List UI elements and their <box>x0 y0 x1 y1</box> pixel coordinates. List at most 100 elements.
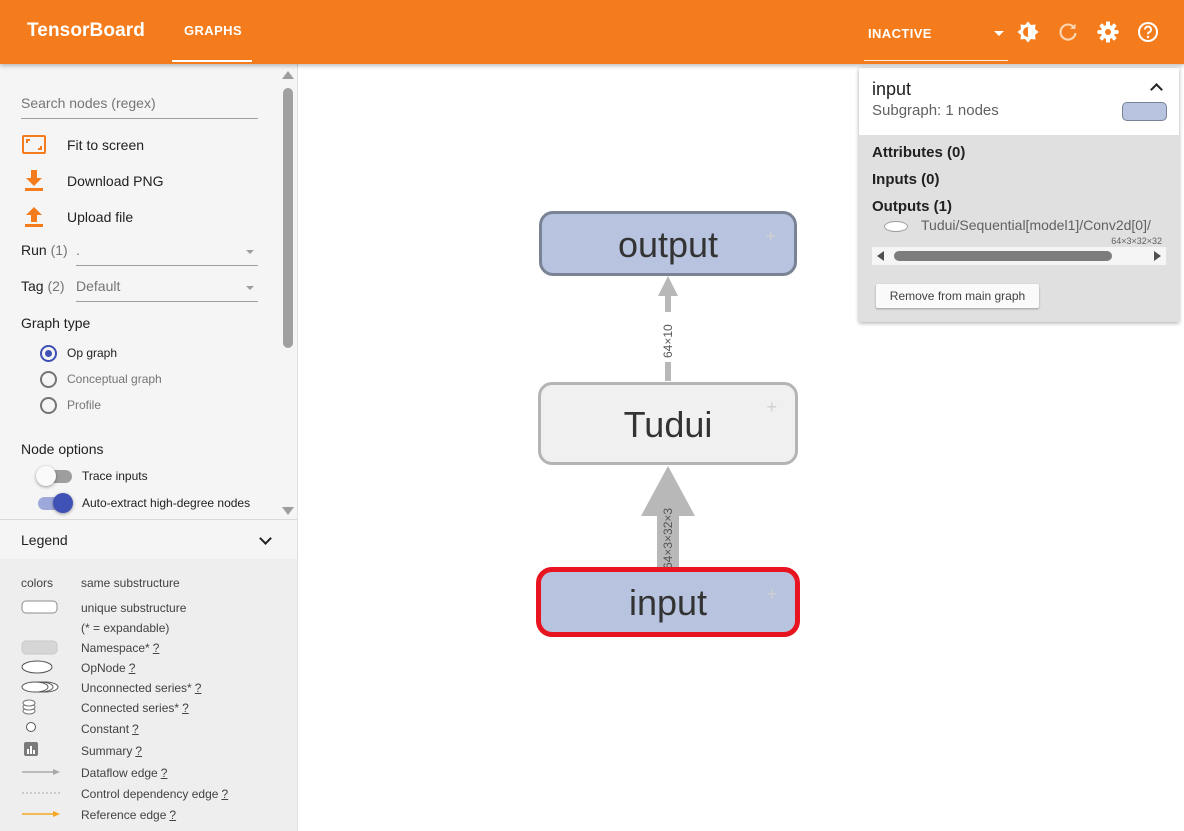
chevron-down-icon <box>246 250 254 254</box>
legend-connected-row: Connected series*? <box>0 699 297 717</box>
info-panel-header: input Subgraph: 1 nodes <box>859 68 1179 135</box>
chevron-down-icon <box>259 532 272 545</box>
radio-button <box>40 345 57 362</box>
chevron-up-icon[interactable] <box>1150 83 1163 96</box>
summary-icon <box>24 742 38 756</box>
info-node-name: input <box>872 79 912 99</box>
output-node-path: Tudui/Sequential[model1]/Conv2d[0]/ <box>921 217 1151 233</box>
chevron-down-icon <box>994 31 1004 36</box>
help-link[interactable]: ? <box>132 722 139 736</box>
run-field: Run (1) . <box>21 240 258 266</box>
graph-controls: Search nodes (regex) Fit to screen Downl… <box>0 64 278 519</box>
tab-graphs-label: GRAPHS <box>184 23 243 38</box>
expand-plus-icon[interactable]: + <box>765 226 776 247</box>
expand-plus-icon[interactable]: + <box>766 584 777 605</box>
node-tudui-label: Tudui <box>623 404 713 445</box>
legend-reference-row: Reference edge? <box>0 806 297 824</box>
radio-op-graph-label: Op graph <box>67 346 118 360</box>
toggle-knob <box>36 466 56 486</box>
output-list-item[interactable]: Tudui/Sequential[model1]/Conv2d[0]/ <box>884 217 1169 235</box>
trace-inputs-toggle[interactable]: Trace inputs <box>36 465 276 487</box>
legend-dataflow-row: Dataflow edge? <box>0 764 297 782</box>
edge-label-tudui-output: 64×10 <box>661 324 675 358</box>
node-info-panel: input Subgraph: 1 nodes Attributes (0) I… <box>859 68 1179 322</box>
unique-substructure-icon <box>21 600 58 614</box>
opnode-icon <box>884 221 908 232</box>
radio-op-graph[interactable]: Op graph <box>40 345 260 363</box>
settings-icon[interactable] <box>1096 20 1120 44</box>
app-title: TensorBoard <box>27 20 145 41</box>
info-node-subtitle: Subgraph: 1 nodes <box>872 102 999 119</box>
auto-extract-label: Auto-extract high-degree nodes <box>82 496 251 510</box>
fit-screen-icon <box>22 135 46 154</box>
chevron-down-icon <box>246 286 254 290</box>
refresh-icon[interactable] <box>1056 20 1080 44</box>
edge-label-input-tudui: 64×3×32×3 <box>661 508 675 569</box>
legend-constant-row: Constant? <box>0 720 297 738</box>
radio-profile[interactable]: Profile <box>40 397 260 415</box>
upload-file-button[interactable]: Upload file <box>21 205 261 229</box>
legend-namespace-row: Namespace*? <box>0 639 297 657</box>
tag-field: Tag (2) Default <box>21 276 258 302</box>
help-link[interactable]: ? <box>195 681 202 695</box>
help-link[interactable]: ? <box>169 808 176 822</box>
tag-select[interactable]: Default <box>76 276 258 302</box>
run-select-value: . <box>76 242 80 258</box>
horizontal-scrollbar[interactable] <box>872 247 1166 265</box>
legend-expandable-note: (* = expandable) <box>81 621 170 635</box>
scroll-left-arrow-icon[interactable] <box>877 251 884 261</box>
toggle-knob <box>53 493 73 513</box>
legend-control: Control dependency edge <box>81 787 219 801</box>
help-icon[interactable] <box>1136 20 1160 44</box>
namespace-icon <box>21 640 58 655</box>
plugin-select-value: INACTIVE <box>868 26 932 41</box>
radio-conceptual-graph[interactable]: Conceptual graph <box>40 371 260 389</box>
help-link[interactable]: ? <box>161 766 168 780</box>
search-nodes-input[interactable]: Search nodes (regex) <box>21 92 258 119</box>
run-select[interactable]: . <box>76 240 258 266</box>
scrollbar-thumb[interactable] <box>283 88 293 348</box>
legend-dataflow: Dataflow edge <box>81 766 158 780</box>
legend-unconnected: Unconnected series* <box>81 681 192 695</box>
auto-extract-toggle[interactable]: Auto-extract high-degree nodes <box>36 492 276 514</box>
fit-to-screen-label: Fit to screen <box>67 137 145 153</box>
remove-from-main-graph-button[interactable]: Remove from main graph <box>876 284 1039 308</box>
scrollbar-thumb[interactable] <box>894 251 1112 261</box>
help-link[interactable]: ? <box>182 701 189 715</box>
edge-arrowhead <box>658 276 678 296</box>
legend-header[interactable]: Legend <box>0 519 297 560</box>
node-output-label: output <box>617 224 719 265</box>
node-options-title: Node options <box>21 441 104 457</box>
brightness-icon[interactable] <box>1016 20 1040 44</box>
expand-plus-icon[interactable]: + <box>766 397 777 418</box>
unconnected-series-icon <box>21 681 59 693</box>
scroll-right-arrow-icon[interactable] <box>1154 251 1161 261</box>
graph-type-title: Graph type <box>21 315 91 331</box>
download-png-button[interactable]: Download PNG <box>21 169 261 193</box>
help-link[interactable]: ? <box>135 744 142 758</box>
node-output[interactable]: output + <box>539 211 797 276</box>
info-attributes[interactable]: Attributes (0) <box>872 144 965 161</box>
legend-control-row: Control dependency edge? <box>0 785 297 803</box>
fit-to-screen-button[interactable]: Fit to screen <box>21 133 261 157</box>
help-link[interactable]: ? <box>153 641 160 655</box>
tab-graphs[interactable]: GRAPHS <box>172 0 252 64</box>
info-inputs[interactable]: Inputs (0) <box>872 171 940 188</box>
legend-body: colors same substructure unique substruc… <box>0 559 297 831</box>
scroll-down-arrow-icon[interactable] <box>282 507 294 515</box>
help-link[interactable]: ? <box>221 787 228 801</box>
legend-opnode: OpNode <box>81 661 126 675</box>
plugin-select[interactable]: INACTIVE <box>864 14 1008 61</box>
scroll-up-arrow-icon[interactable] <box>282 71 294 79</box>
trace-inputs-label: Trace inputs <box>82 469 148 483</box>
legend-colors-label: colors <box>21 576 54 590</box>
node-tudui[interactable]: Tudui + <box>538 382 798 465</box>
info-outputs[interactable]: Outputs (1) <box>872 198 952 215</box>
constant-icon <box>26 722 36 732</box>
legend-unconnected-row: Unconnected series*? <box>0 679 297 697</box>
download-icon <box>25 170 43 191</box>
node-input-selected[interactable]: input + <box>536 567 800 637</box>
help-link[interactable]: ? <box>129 661 136 675</box>
legend-summary: Summary <box>81 744 133 758</box>
legend-constant: Constant <box>81 722 130 736</box>
